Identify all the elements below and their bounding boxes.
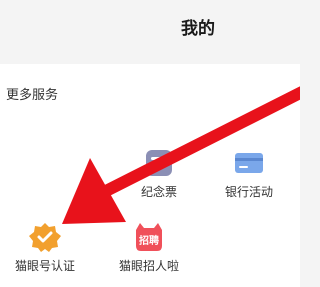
service-maoyan-verification[interactable]: 猫眼号认证 [0,222,90,274]
recruit-icon: 招聘 [132,222,166,252]
service-label: 银行活动 [224,185,273,199]
service-label: 猫眼号认证 [14,259,75,273]
verified-badge-icon [28,222,62,252]
service-label: 猫眼招人啦 [118,259,179,273]
service-maoyan-recruiting[interactable]: 招聘 猫眼招人啦 [104,222,194,274]
recruit-badge-text: 招聘 [139,234,159,247]
section-title: 更多服务 [6,88,59,103]
service-label: 纪念票 [140,185,177,199]
page-title: 我的 [181,19,215,39]
header: 我的 [0,0,300,62]
bank-card-icon [232,148,266,178]
more-services-section: 更多服务 纪念票 银行活动 猫眼号认证 招聘 猫眼招人啦 [0,64,300,287]
service-bank-activity[interactable]: 银行活动 [204,148,294,200]
ticket-icon [142,148,176,178]
service-commemorative-ticket[interactable]: 纪念票 [114,148,204,200]
